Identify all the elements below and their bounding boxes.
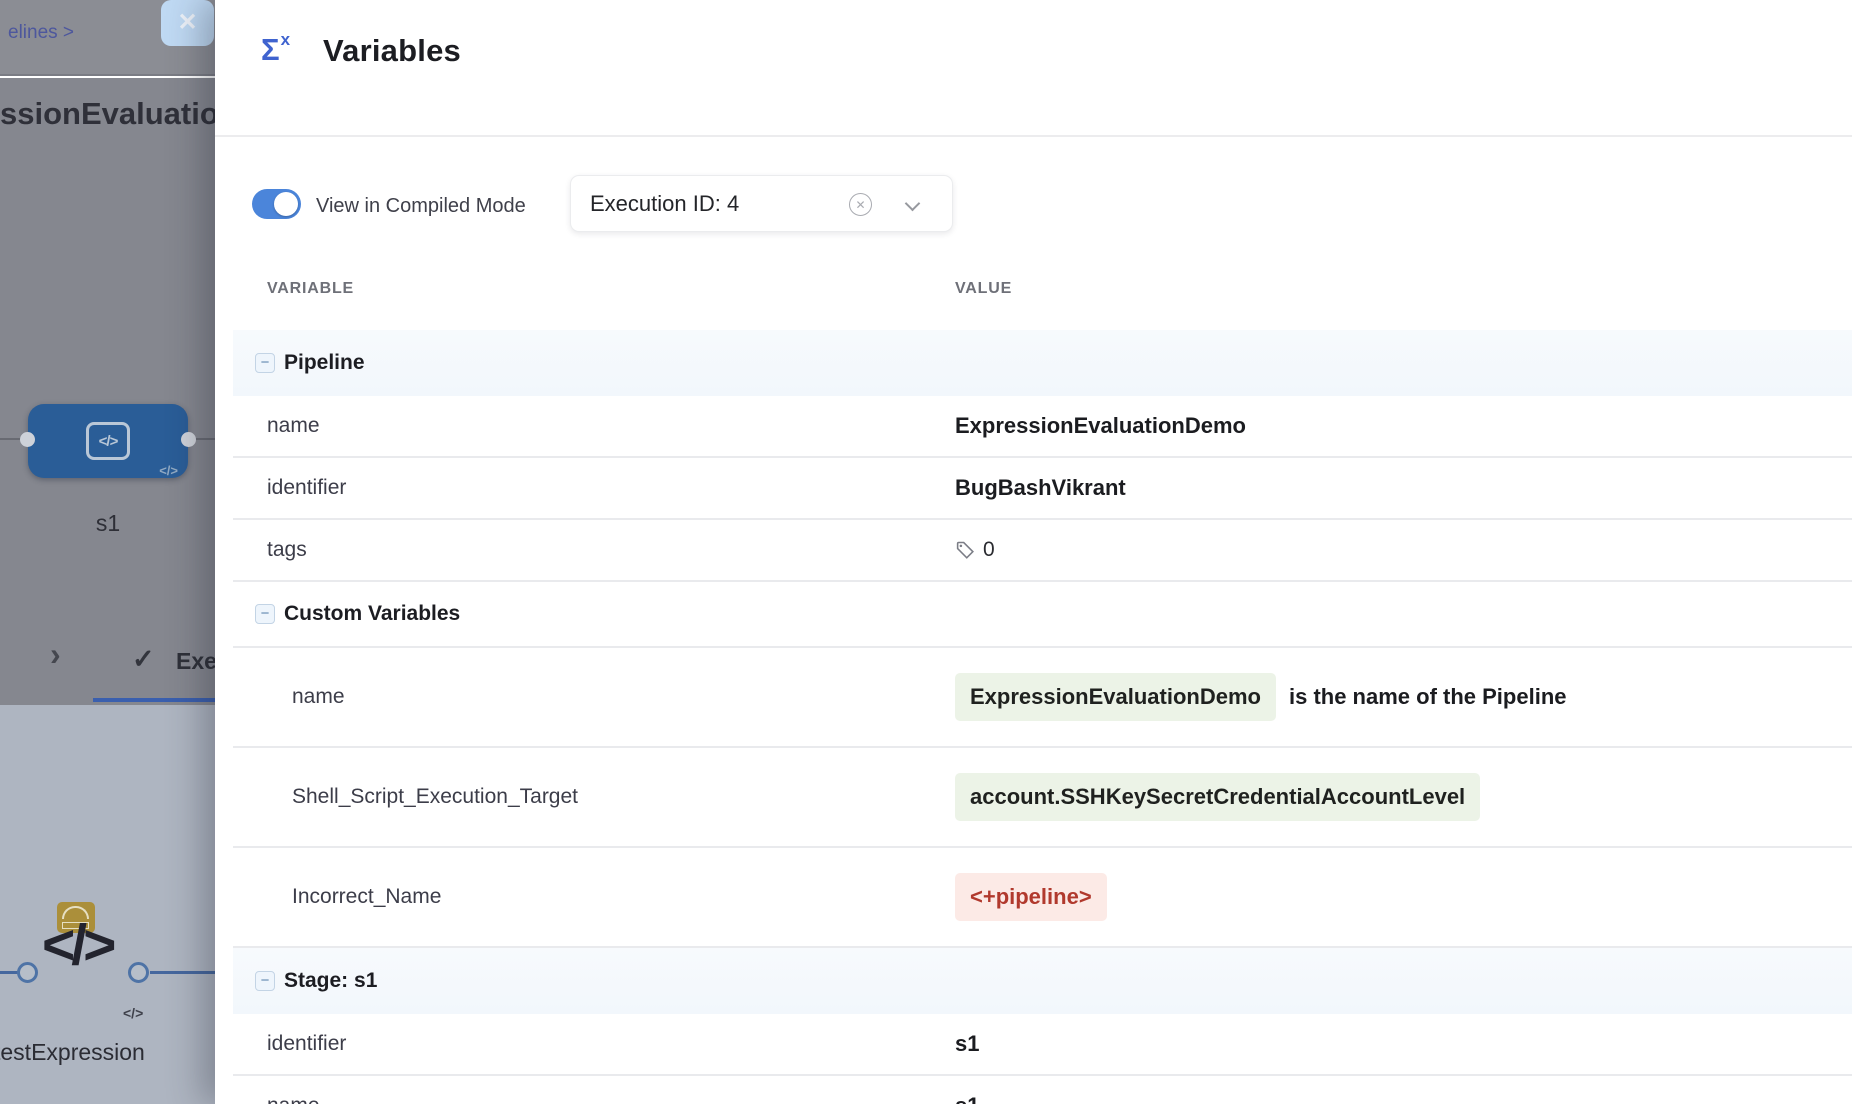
variable-name: name [267, 414, 320, 438]
variable-row-shell-script-execution-target: Shell_Script_Execution_Target account.SSH… [233, 748, 1852, 848]
stage-node-label: s1 [0, 510, 216, 537]
step-connector-dot-right [128, 962, 149, 983]
variable-name: identifier [267, 476, 346, 500]
variable-name: Shell_Script_Execution_Target [292, 785, 578, 809]
collapse-minus-icon[interactable]: − [255, 353, 275, 373]
collapse-minus-icon[interactable]: − [255, 971, 275, 991]
execution-id-value: Execution ID: 4 [590, 191, 739, 217]
pipeline-page-underlay: elines > ssionEvaluatio </> </> s1 › ✓ E… [0, 0, 215, 1104]
toggle-knob [274, 192, 298, 216]
stage-node: </> </> [28, 404, 188, 478]
section-row-stage-s1[interactable]: −Stage: s1 [233, 948, 1852, 1014]
clear-selection-icon[interactable]: ✕ [849, 193, 872, 216]
screen: elines > ssionEvaluatio </> </> s1 › ✓ E… [0, 0, 1852, 1104]
section-row-pipeline[interactable]: −Pipeline [233, 330, 1852, 396]
connector-dot-right [181, 432, 196, 447]
execution-graph-area: </> </> testExpression [0, 705, 215, 1104]
section-title: Custom Variables [284, 602, 460, 626]
variable-value: BugBashVikrant [955, 475, 1126, 501]
column-value: VALUE [955, 280, 1012, 298]
shell-script-step-icon: </> [42, 917, 112, 974]
close-button[interactable]: ✕ [161, 0, 214, 46]
step-label: testExpression [0, 1039, 145, 1066]
variable-name: identifier [267, 1032, 346, 1056]
step-connector-dot-left [17, 962, 38, 983]
connector-dot-left [20, 432, 35, 447]
close-icon: ✕ [177, 11, 197, 35]
variable-name: name [292, 685, 345, 709]
variables-table: VARIABLE VALUE −PipelinenameExpressionEv… [233, 280, 1852, 1104]
variable-value-chip: account.SSHKeySecretCredentialAccountLev… [955, 773, 1480, 821]
compiled-mode-toggle[interactable] [252, 189, 301, 219]
variables-drawer: Σx Variables View in Compiled Mode Execu… [215, 0, 1852, 1104]
tag-icon [955, 540, 976, 561]
pipeline-canvas: ssionEvaluatio </> </> s1 › ✓ Exe [0, 78, 215, 705]
compiled-mode-label: View in Compiled Mode [316, 195, 526, 218]
variable-row-identifier: identifier BugBashVikrant [233, 458, 1852, 520]
collapse-minus-icon[interactable]: − [255, 604, 275, 624]
breadcrumb: elines > [8, 22, 74, 44]
variable-row-incorrect-name: Incorrect_Name <+pipeline> [233, 848, 1852, 948]
chevron-down-icon [905, 196, 921, 212]
custom-stage-icon: </> [86, 422, 130, 460]
page-title: ssionEvaluatio [0, 96, 230, 132]
variable-name: name [267, 1094, 320, 1104]
step-connector-line-left [0, 971, 18, 974]
execution-tab-label: Exe [176, 648, 217, 675]
section-title: Stage: s1 [284, 969, 377, 993]
code-mini-icon: </> [123, 1005, 143, 1021]
variable-value: ExpressionEvaluationDemo [955, 413, 1246, 439]
table-header-row: VARIABLE VALUE [233, 280, 1852, 330]
column-variable: VARIABLE [267, 280, 354, 298]
section-title: Pipeline [284, 351, 365, 375]
execution-id-select[interactable]: Execution ID: 4 ✕ [570, 175, 953, 232]
variable-value: s1 [955, 1093, 979, 1104]
variable-value: s1 [955, 1031, 979, 1057]
variable-row-name: name ExpressionEvaluationDemo is the name … [233, 648, 1852, 748]
variable-name: Incorrect_Name [292, 885, 441, 909]
variable-value-chip: <+pipeline> [955, 873, 1107, 921]
sigma-variables-icon: Σx [261, 34, 289, 65]
drawer-title: Variables [323, 33, 461, 69]
success-check-icon: ✓ [132, 646, 155, 673]
variable-row-identifier: identifier s1 [233, 1014, 1852, 1076]
collapse-chevron-icon: › [50, 638, 61, 670]
active-tab-underline [93, 698, 215, 702]
variable-row-name: name ExpressionEvaluationDemo [233, 396, 1852, 458]
section-row-custom-variables[interactable]: −Custom Variables [233, 582, 1852, 648]
drawer-header: Σx Variables [215, 0, 1852, 137]
variable-name: tags [267, 538, 307, 562]
tags-count: 0 [955, 538, 995, 562]
variable-row-tags: tags 0 [233, 520, 1852, 582]
value-suffix-text: is the name of the Pipeline [1289, 684, 1567, 710]
variable-row-name: name s1 [233, 1076, 1852, 1104]
code-mini-icon: </> [159, 463, 178, 478]
variable-value-chip: ExpressionEvaluationDemo [955, 673, 1276, 721]
step-connector-line-right [150, 971, 215, 974]
